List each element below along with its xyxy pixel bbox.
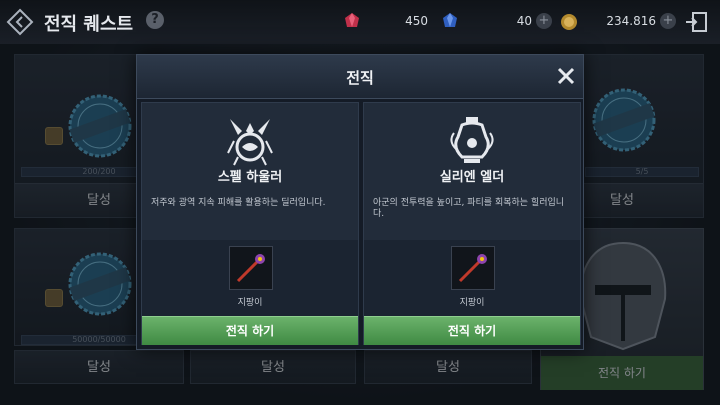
red-gem-count: 450: [405, 14, 428, 28]
advance-class-button[interactable]: 전직 하기: [364, 316, 580, 345]
staff-icon: [236, 254, 265, 283]
red-gem-icon: [345, 13, 359, 27]
weapon-name: 지팡이: [237, 298, 263, 308]
gold-coin-icon: [561, 14, 577, 30]
class-option-spell-howler: 스펠 하울러 저주와 광역 지속 피해를 활용하는 딜러입니다. 지팡이 전직 …: [141, 102, 359, 345]
class-description: 아군의 전투력을 높이고, 파티를 회복하는 힐러입니다.: [373, 198, 565, 219]
class-name: 스펠 하울러: [217, 170, 283, 185]
add-blue-gem-button[interactable]: +: [536, 13, 552, 29]
class-advance-modal: 전직 스펠 하울러 저주와 광역 지속 피해를 활용하는 딜러입니다. 지팡이 …: [136, 54, 584, 350]
modal-header: 전직: [137, 55, 583, 99]
top-bar: 전직 퀘스트 ? 450 40 + 234.816 +: [0, 0, 720, 44]
close-icon[interactable]: [555, 65, 577, 87]
silien-elder-emblem-icon: [450, 117, 494, 163]
weapon-slot[interactable]: [229, 246, 273, 290]
class-option-silien-elder: 실리엔 엘더 아군의 전투력을 높이고, 파티를 회복하는 힐러입니다. 지팡이…: [363, 102, 581, 345]
weapon-slot[interactable]: [451, 246, 495, 290]
blue-gem-icon: [443, 13, 457, 27]
screen: 전직 퀘스트 ? 450 40 + 234.816 + 200/200 달성 5…: [0, 0, 720, 405]
class-info-panel: 스펠 하울러 저주와 광역 지속 피해를 활용하는 딜러입니다.: [142, 103, 358, 240]
class-description: 저주와 광역 지속 피해를 활용하는 딜러입니다.: [151, 198, 326, 208]
modal-title: 전직: [346, 69, 374, 87]
staff-icon: [458, 254, 487, 283]
gold-count: 234.816: [606, 14, 656, 28]
class-info-panel: 실리엔 엘더 아군의 전투력을 높이고, 파티를 회복하는 힐러입니다.: [364, 103, 580, 240]
page-title: 전직 퀘스트: [44, 14, 134, 35]
advance-class-button[interactable]: 전직 하기: [142, 316, 358, 345]
weapon-name: 지팡이: [459, 298, 485, 308]
help-icon[interactable]: ?: [146, 11, 164, 29]
spell-howler-emblem-icon: [227, 119, 273, 166]
exit-door-icon[interactable]: [684, 11, 708, 33]
add-gold-button[interactable]: +: [660, 13, 676, 29]
class-name: 실리엔 엘더: [439, 170, 505, 185]
blue-gem-count: 40: [516, 14, 532, 28]
back-diamond-icon[interactable]: [6, 8, 34, 36]
